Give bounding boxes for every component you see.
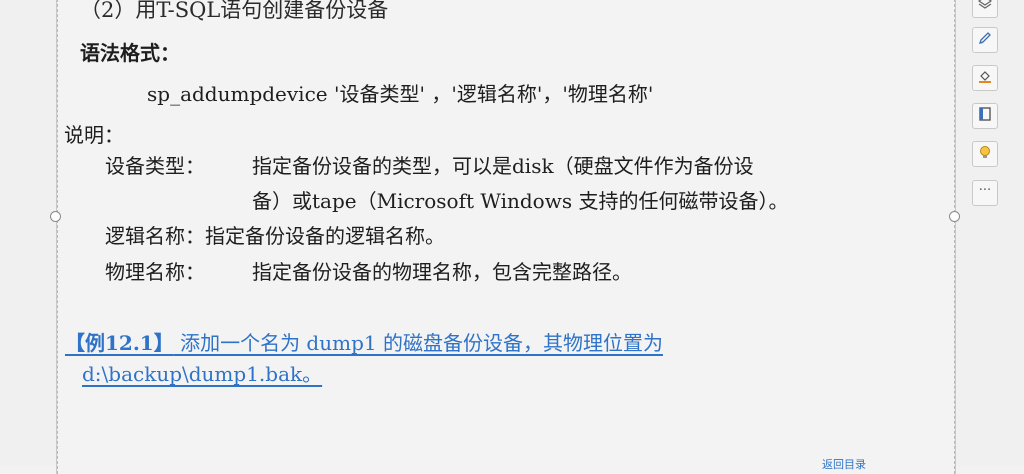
- param-device-type-desc-1: 指定备份设备的类型，可以是disk（硬盘文件作为备份设: [252, 154, 754, 178]
- syntax-label: 语法格式：: [80, 41, 180, 65]
- layers-button[interactable]: [972, 0, 998, 18]
- editor-workspace: （2）用T-SQL语句创建备份设备 语法格式： sp_addumpdevice …: [0, 0, 1024, 474]
- param-physical-name-label: 物理名称：: [105, 260, 205, 284]
- border-icon: [977, 106, 993, 126]
- pen-icon: [977, 30, 993, 50]
- border-button[interactable]: [972, 103, 998, 129]
- more-icon: ···: [978, 182, 992, 198]
- param-logical-name: 逻辑名称：指定备份设备的逻辑名称。: [105, 224, 445, 248]
- section-heading: （2）用T-SQL语句创建备份设备: [80, 0, 389, 22]
- param-device-type-desc-2: 备）或tape（Microsoft Windows 支持的任何磁带设备）。: [252, 189, 789, 213]
- param-physical-name-desc: 指定备份设备的物理名称，包含完整路径。: [252, 260, 632, 284]
- resize-handle-left[interactable]: [50, 211, 61, 222]
- example-link-line1[interactable]: 【例12.1】 添加一个名为 dump1 的磁盘备份设备，其物理位置为: [65, 327, 663, 356]
- back-to-toc-link[interactable]: 返回目录: [822, 456, 866, 472]
- more-button[interactable]: ···: [972, 180, 998, 206]
- layers-icon: [977, 0, 993, 15]
- param-device-type-label: 设备类型：: [105, 154, 205, 178]
- example-text-1: 添加一个名为 dump1 的磁盘备份设备，其物理位置为: [173, 331, 663, 355]
- lightbulb-icon: [977, 144, 993, 164]
- resize-handle-right[interactable]: [949, 211, 960, 222]
- explain-label: 说明：: [64, 123, 124, 147]
- syntax-command: sp_addumpdevice '设备类型' ，'逻辑名称'，'物理名称': [147, 82, 654, 106]
- idea-button[interactable]: [972, 141, 998, 167]
- pen-button[interactable]: [972, 27, 998, 53]
- example-label: 【例12.1】: [65, 331, 174, 355]
- fill-button[interactable]: [972, 65, 998, 91]
- example-link-line2[interactable]: d:\backup\dump1.bak。: [82, 358, 322, 387]
- fill-icon: [977, 68, 993, 88]
